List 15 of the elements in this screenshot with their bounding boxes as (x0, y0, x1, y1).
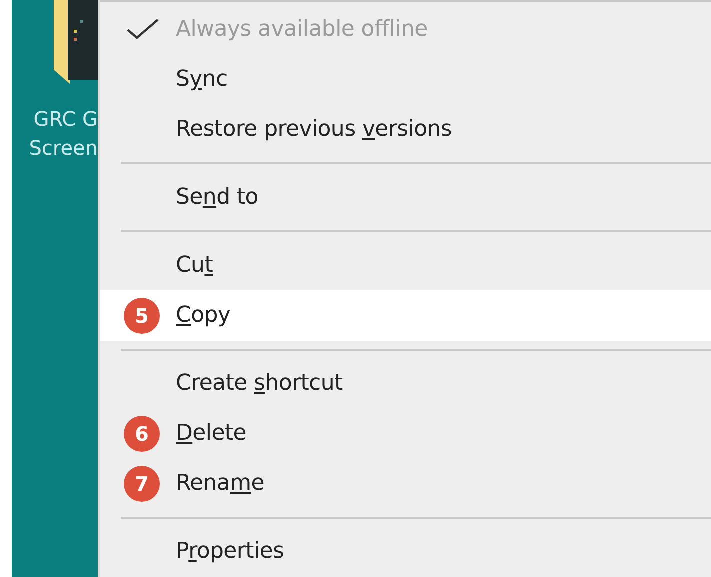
folder-icon[interactable] (54, 0, 98, 84)
menu-item[interactable]: 5 Copy (100, 290, 711, 341)
menu-item[interactable]: Cut (100, 240, 711, 290)
menu-item[interactable]: Sync (100, 54, 711, 104)
menu-item[interactable]: Restore previous versions (100, 104, 711, 154)
menu-item[interactable]: Send to (100, 172, 711, 222)
folder-label: Screen (29, 135, 98, 162)
step-badge: 6 (124, 416, 160, 452)
menu-item[interactable]: Create shortcut (100, 358, 711, 409)
menu-item[interactable]: 6 Delete (100, 408, 711, 459)
step-badge: 5 (124, 298, 160, 334)
menu-item[interactable]: 7 Rename (100, 458, 711, 509)
folder-label: GRC G (34, 106, 98, 133)
step-badge: 7 (124, 466, 160, 502)
menu-item[interactable]: Properties (100, 526, 711, 577)
